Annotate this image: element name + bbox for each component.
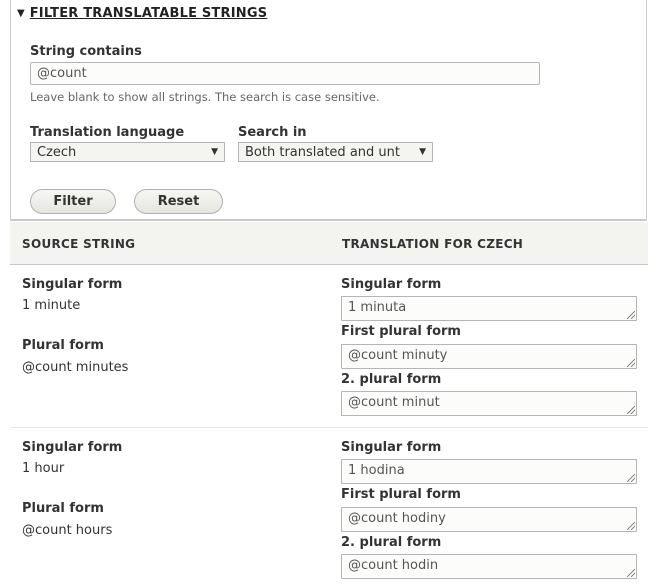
filter-legend-toggle[interactable]: ▼ FILTER TRANSLATABLE STRINGS	[17, 6, 267, 21]
translation-language-value: Czech	[37, 144, 77, 160]
source-plural-label: Plural form	[22, 501, 104, 516]
translation-plural2-label: 2. plural form	[341, 535, 442, 550]
translation-plural1-textarea[interactable]: @count minuty	[341, 344, 637, 369]
triangle-down-icon: ▼	[17, 8, 25, 19]
translation-singular-label: Singular form	[341, 277, 442, 292]
source-singular-value: 1 hour	[22, 461, 65, 476]
translation-plural2-label: 2. plural form	[341, 372, 442, 387]
search-in-value: Both translated and unt	[245, 144, 400, 160]
translation-singular-value: 1 hodina	[348, 463, 405, 478]
translation-language-select[interactable]: Czech ▼	[30, 142, 225, 162]
translation-plural2-value: @count minut	[348, 395, 440, 410]
translation-plural1-value: @count minuty	[348, 348, 448, 363]
search-in-label: Search in	[238, 125, 307, 140]
source-singular-value: 1 minute	[22, 298, 81, 313]
translation-singular-value: 1 minuta	[348, 300, 407, 315]
translation-plural1-textarea[interactable]: @count hodiny	[341, 507, 637, 532]
filter-legend-label[interactable]: FILTER TRANSLATABLE STRINGS	[30, 6, 268, 21]
dropdown-arrow-icon: ▼	[419, 147, 426, 157]
reset-button[interactable]: Reset	[134, 189, 223, 214]
resize-grip-icon[interactable]	[627, 311, 635, 319]
string-contains-input[interactable]	[30, 62, 540, 85]
translation-plural1-label: First plural form	[341, 324, 461, 339]
translation-language-label: Translation language	[30, 125, 185, 140]
resize-grip-icon[interactable]	[627, 569, 635, 577]
source-plural-value: @count hours	[22, 523, 113, 538]
source-string-header: SOURCE STRING	[22, 237, 136, 251]
translation-singular-label: Singular form	[341, 440, 442, 455]
row-divider	[10, 427, 648, 428]
translation-plural1-value: @count hodiny	[348, 511, 446, 526]
source-singular-label: Singular form	[22, 440, 123, 455]
string-contains-description: Leave blank to show all strings. The sea…	[30, 90, 380, 104]
translation-plural2-textarea[interactable]: @count minut	[341, 391, 637, 416]
translation-plural2-value: @count hodin	[348, 558, 439, 573]
search-in-select[interactable]: Both translated and unt ▼	[238, 142, 433, 162]
dropdown-arrow-icon: ▼	[211, 147, 218, 157]
translation-plural1-label: First plural form	[341, 487, 461, 502]
source-plural-label: Plural form	[22, 338, 104, 353]
translation-singular-textarea[interactable]: 1 minuta	[341, 296, 637, 321]
string-contains-label: String contains	[30, 44, 142, 59]
resize-grip-icon[interactable]	[627, 406, 635, 414]
resize-grip-icon[interactable]	[627, 359, 635, 367]
source-plural-value: @count minutes	[22, 360, 129, 375]
translation-header: TRANSLATION FOR CZECH	[342, 237, 524, 251]
filter-button[interactable]: Filter	[30, 189, 116, 214]
resize-grip-icon[interactable]	[627, 474, 635, 482]
resize-grip-icon[interactable]	[627, 522, 635, 530]
translation-plural2-textarea[interactable]: @count hodin	[341, 554, 637, 579]
filter-fieldset: ▼ FILTER TRANSLATABLE STRINGS String con…	[10, 0, 647, 221]
source-singular-label: Singular form	[22, 277, 123, 292]
translation-singular-textarea[interactable]: 1 hodina	[341, 459, 637, 484]
table-header: SOURCE STRING TRANSLATION FOR CZECH	[10, 222, 648, 265]
